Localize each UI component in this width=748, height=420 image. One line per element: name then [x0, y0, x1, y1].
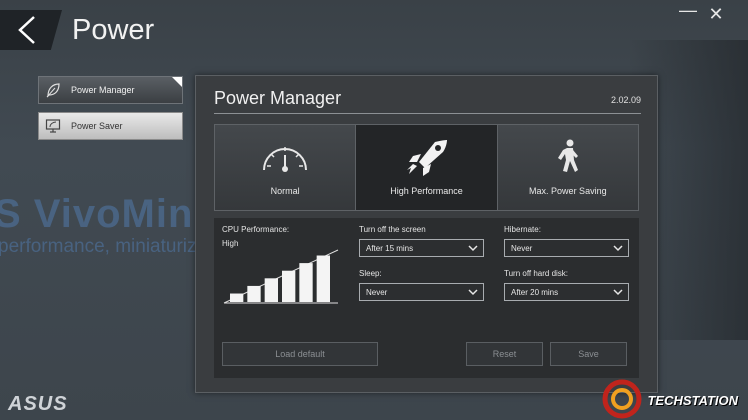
walking-person-icon [557, 139, 578, 172]
active-corner-marker [172, 77, 182, 87]
cpu-performance-level [223, 249, 339, 304]
hibernate-value: Never [511, 243, 533, 253]
background-tagline-text: performance, miniaturiz [0, 236, 197, 257]
power-manager-panel: Power Manager 2.02.09 Normal High Perfor… [195, 75, 658, 393]
screen-off-select[interactable]: After 15 mins [359, 239, 484, 257]
watermark-text: TECHSTATION [647, 393, 738, 408]
save-button[interactable]: Save [550, 342, 627, 366]
screen-off-label: Turn off the screen [359, 225, 426, 234]
leaf-icon [46, 83, 60, 98]
back-button[interactable] [0, 10, 62, 50]
rocket-icon [407, 140, 448, 176]
mode-label: Normal [270, 186, 300, 196]
mode-label: Max. Power Saving [529, 186, 607, 196]
mode-normal[interactable]: Normal [215, 125, 357, 210]
panel-title: Power Manager [214, 88, 342, 108]
version-label: 2.02.09 [610, 95, 641, 105]
load-default-button[interactable]: Load default [222, 342, 378, 366]
hibernate-select[interactable]: Never [504, 239, 629, 257]
close-button[interactable]: ✕ [706, 4, 726, 25]
cpu-level-bar [299, 263, 313, 302]
cpu-performance-label: CPU Performance: [222, 225, 290, 234]
settings-area: CPU Performance: High Turn off the scree… [214, 218, 639, 378]
sidebar-item-label: Power Manager [71, 85, 135, 95]
chevron-down-icon [468, 245, 478, 252]
hard-disk-value: After 20 mins [511, 287, 559, 297]
title-divider [214, 113, 641, 114]
chevron-left-icon [18, 16, 35, 44]
mode-high-performance[interactable]: High Performance [356, 125, 498, 210]
sidebar-item-power-manager[interactable]: Power Manager [38, 76, 183, 104]
hibernate-label: Hibernate: [504, 225, 541, 234]
power-mode-selector: Normal High Performance Max. Power Savin… [214, 124, 639, 211]
sidebar-item-label: Power Saver [71, 121, 123, 131]
mode-max-power-saving[interactable]: Max. Power Saving [497, 125, 638, 210]
minimize-button[interactable]: — [678, 0, 698, 21]
cpu-level-bar [282, 270, 296, 302]
hard-disk-select[interactable]: After 20 mins [504, 283, 629, 301]
cpu-level-bar [316, 255, 330, 302]
sleep-select[interactable]: Never [359, 283, 484, 301]
background-brand-text: S VivoMini [0, 192, 206, 236]
screen-off-value: After 15 mins [366, 243, 414, 253]
chevron-down-icon [613, 289, 623, 296]
chevron-down-icon [613, 245, 623, 252]
reset-button[interactable]: Reset [466, 342, 543, 366]
hard-disk-label: Turn off hard disk: [504, 269, 569, 278]
gauge-icon [263, 147, 308, 172]
mode-label: High Performance [390, 186, 463, 196]
sleep-value: Never [366, 287, 388, 297]
cpu-performance-value: High [222, 239, 239, 248]
cpu-level-bar [247, 285, 261, 302]
monitor-icon [45, 119, 61, 133]
cpu-level-bar [230, 293, 244, 302]
sidebar-item-power-saver[interactable]: Power Saver [38, 112, 183, 140]
cpu-level-bar [264, 278, 278, 302]
chevron-down-icon [468, 289, 478, 296]
app-title: Power [72, 14, 155, 46]
sleep-label: Sleep: [359, 269, 382, 278]
asus-logo: ASUS [8, 393, 68, 415]
